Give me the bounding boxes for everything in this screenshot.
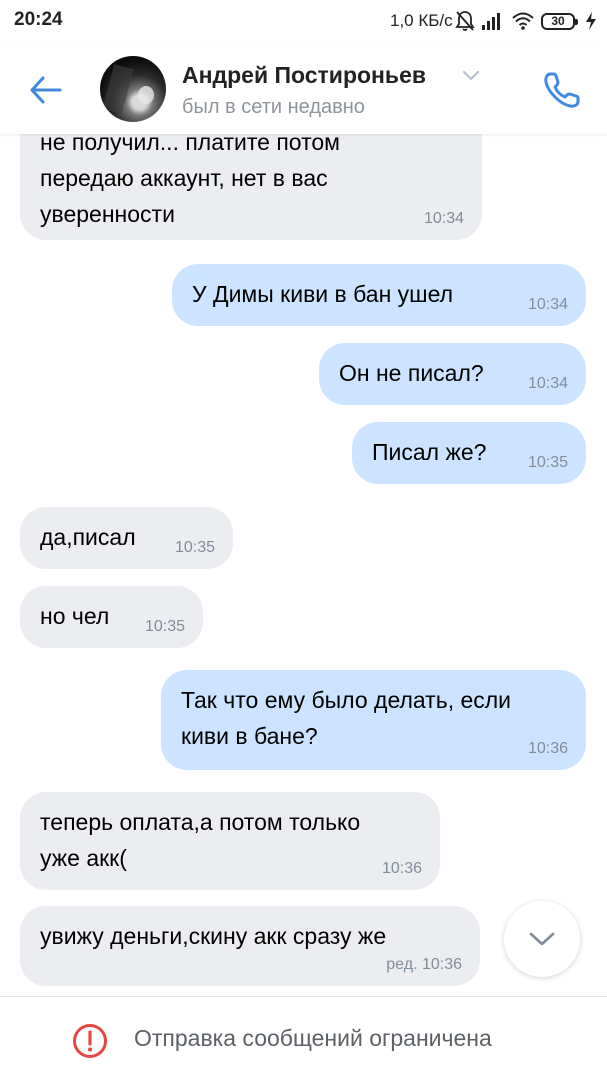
message-text: Так что ему было делать, если киви в бан…	[181, 687, 512, 749]
chat-header: Андрей Постироньев был в сети недавно	[0, 42, 607, 134]
restriction-text: Отправка сообщений ограничена	[134, 1025, 492, 1051]
message-outgoing[interactable]: Он не писал? 10:34	[319, 343, 586, 405]
message-time: 10:34	[423, 210, 464, 227]
message-restriction-bar: Отправка сообщений ограничена	[0, 996, 607, 1081]
message-outgoing[interactable]: Так что ему было делать, если киви в бан…	[161, 670, 586, 770]
message-time: 10:36	[527, 740, 568, 757]
message-incoming[interactable]: но чел 10:35	[20, 586, 203, 648]
message-text: теперь оплата,а потом только уже акк(	[40, 809, 361, 871]
chevron-down-icon[interactable]	[462, 70, 480, 82]
contact-name[interactable]: Андрей Постироньев	[182, 62, 426, 89]
message-time: 10:35	[527, 454, 568, 471]
message-time: 10:36	[381, 860, 422, 877]
message-time: 10:35	[174, 539, 215, 556]
message-time: ред. 10:36	[386, 956, 462, 973]
message-incoming[interactable]: теперь оплата,а потом только уже акк( 10…	[20, 792, 440, 890]
phone-icon[interactable]	[540, 68, 584, 112]
message-time: 10:34	[527, 375, 568, 392]
message-incoming[interactable]: увижу деньги,скину акк сразу же ред. 10:…	[20, 906, 480, 986]
message-outgoing[interactable]: Писал же? 10:35	[352, 422, 586, 484]
message-text: увижу деньги,скину акк сразу же	[40, 923, 387, 949]
message-incoming[interactable]: да,писал 10:35	[20, 507, 233, 569]
message-outgoing[interactable]: У Димы киви в бан ушел 10:34	[172, 264, 586, 326]
back-arrow-icon[interactable]	[26, 70, 66, 110]
message-text: не получил... платите потом передаю акка…	[40, 129, 340, 227]
contact-status: был в сети недавно	[182, 96, 365, 118]
warning-circle-icon	[73, 1024, 107, 1058]
avatar[interactable]	[100, 56, 166, 122]
message-time: 10:35	[144, 618, 185, 635]
message-time: 10:34	[527, 296, 568, 313]
scroll-to-bottom-button[interactable]	[504, 901, 580, 977]
chevron-down-icon	[529, 932, 555, 946]
message-text: У Димы киви в бан ушел	[192, 281, 454, 307]
